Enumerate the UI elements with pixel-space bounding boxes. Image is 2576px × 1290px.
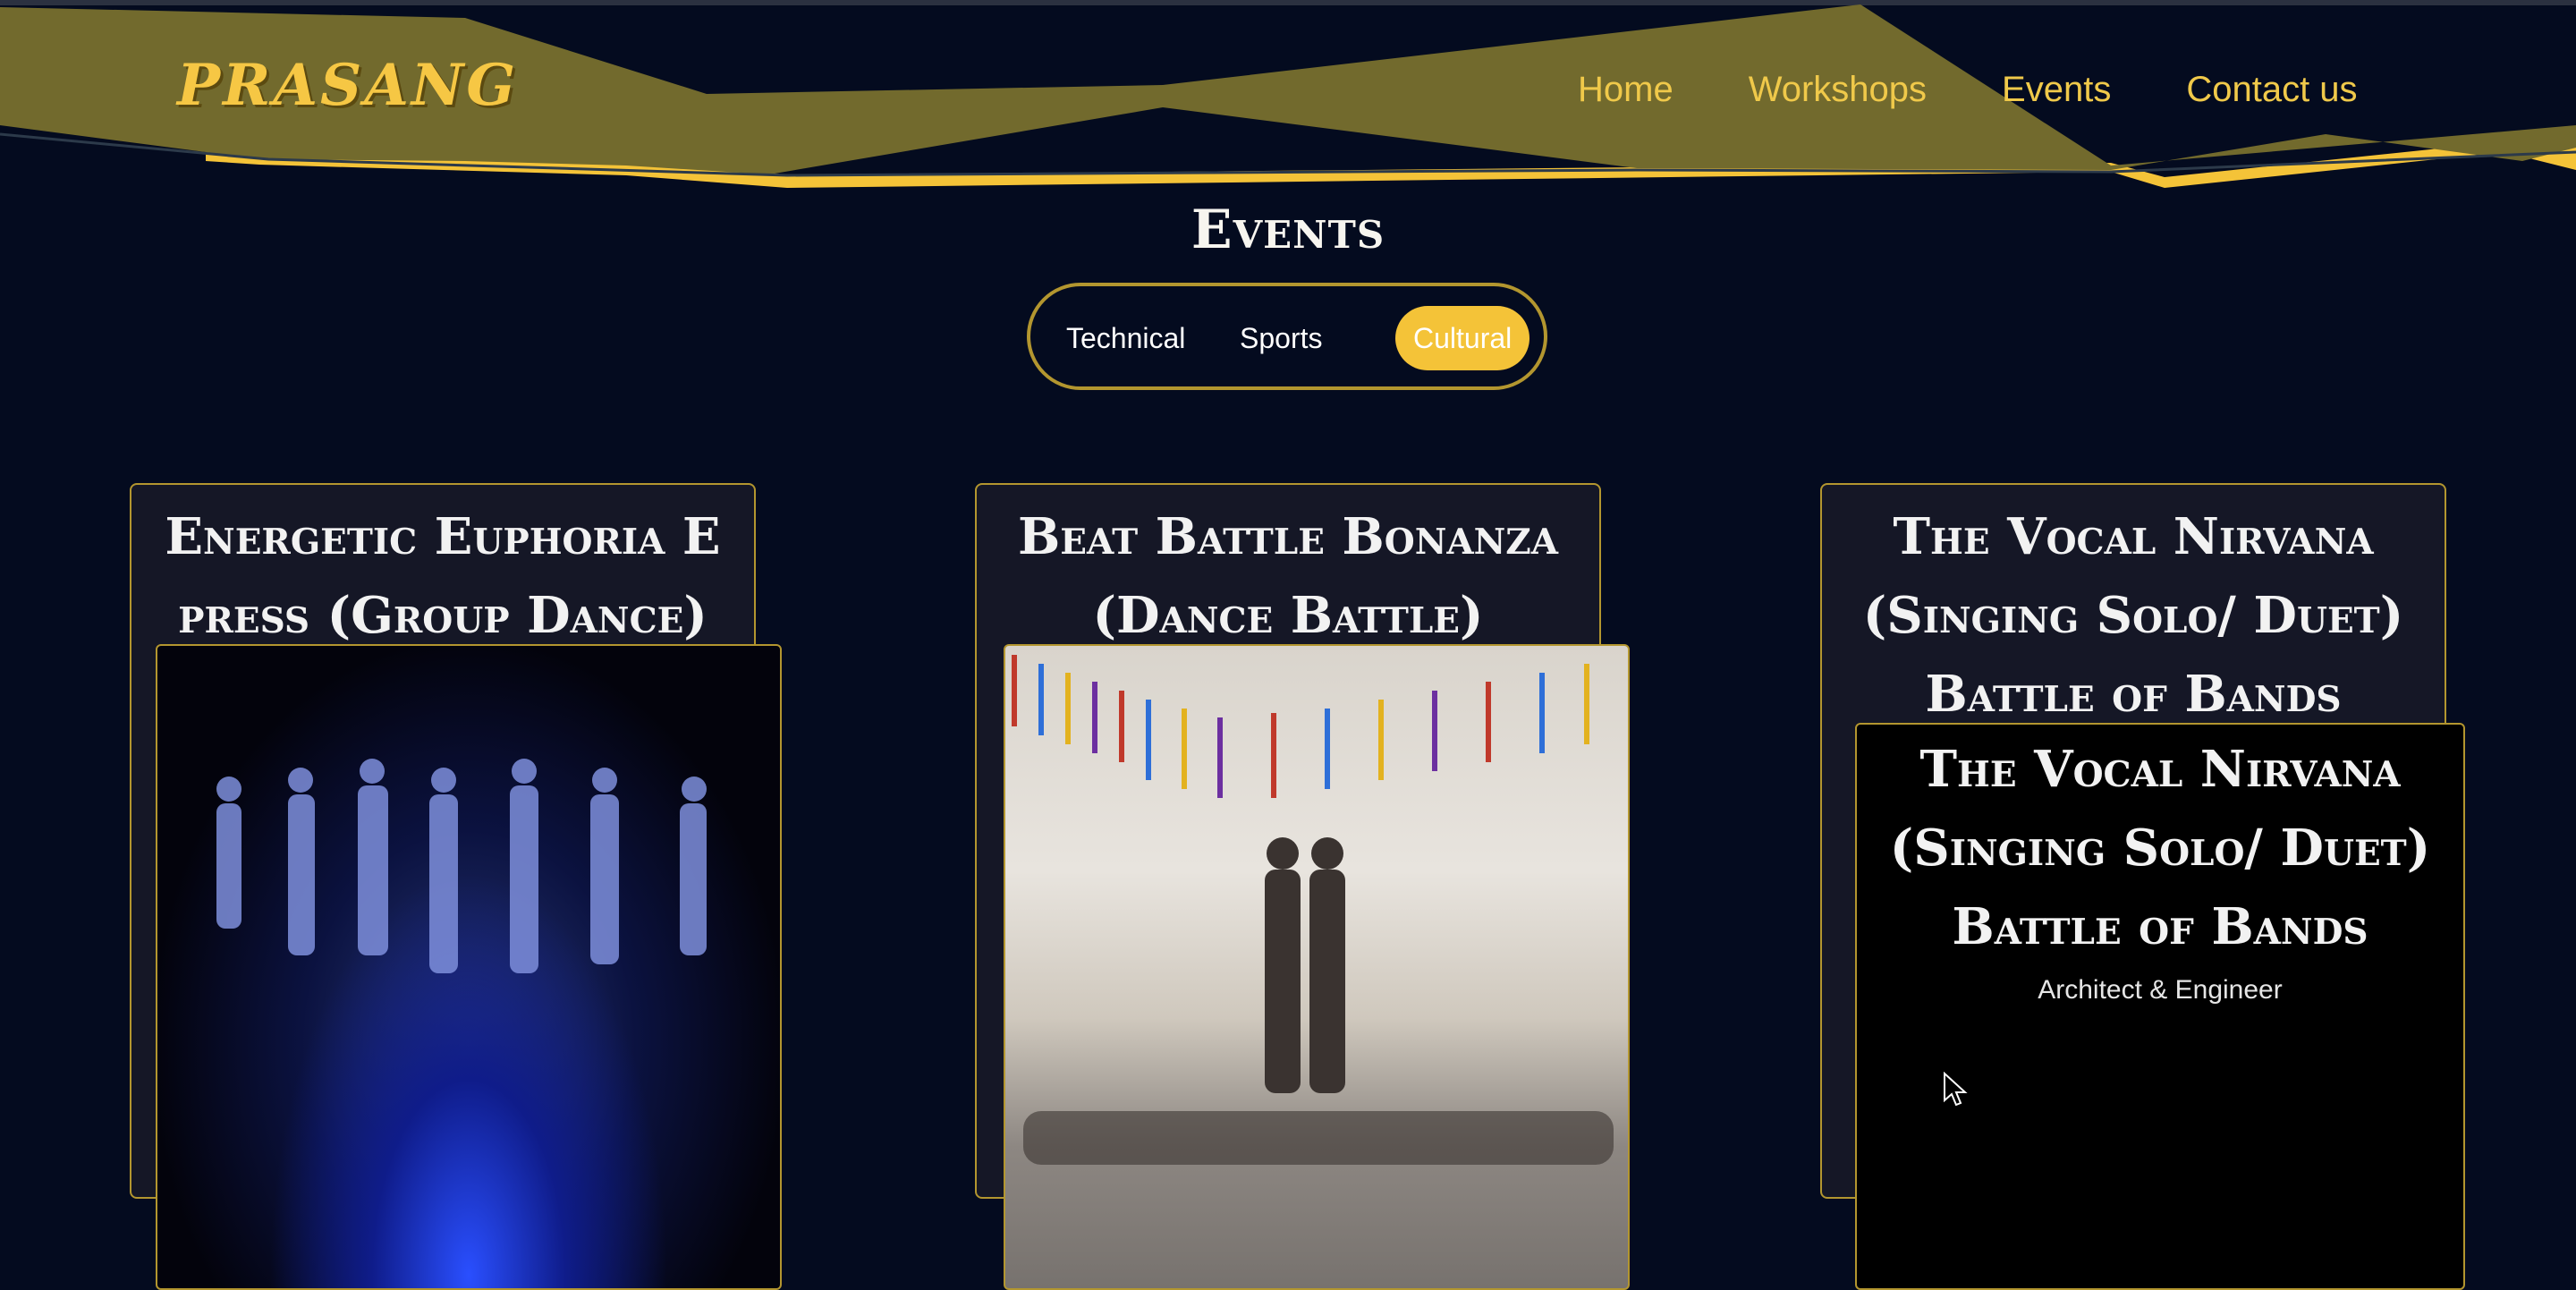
event-card-title: The Vocal Nirvana (Singing Solo/ Duet) B…: [1862, 507, 2404, 724]
nav-workshops[interactable]: Workshops: [1749, 70, 1927, 110]
tab-cultural[interactable]: Cultural: [1395, 306, 1530, 370]
brand-logo[interactable]: PRASANG: [177, 52, 518, 119]
overlay-subtitle: Architect & Engineer: [2038, 975, 2283, 1005]
overlay-title: The Vocal Nirvana (Singing Solo/ Duet) B…: [1889, 740, 2431, 956]
nav-events[interactable]: Events: [2002, 70, 2111, 110]
tab-technical[interactable]: Technical: [1048, 306, 1203, 370]
main-nav: Home Workshops Events Contact us: [1578, 70, 2358, 110]
nav-home[interactable]: Home: [1578, 70, 1674, 110]
nav-contact[interactable]: Contact us: [2186, 70, 2357, 110]
dance-battle-illustration: [1012, 655, 1614, 1165]
mouse-pointer-icon: [1944, 1072, 1968, 1107]
event-card-title: Beat Battle Bonanza (Dance Battle): [1017, 507, 1559, 645]
category-tabs: Technical Sports Cultural: [1027, 283, 1547, 390]
dancers-illustration: [216, 759, 707, 973]
tab-sports[interactable]: Sports: [1222, 306, 1340, 370]
event-card-image[interactable]: [156, 644, 782, 1290]
event-card-image[interactable]: [1004, 644, 1630, 1290]
page-title: Events: [1191, 199, 1385, 261]
event-card-hover-overlay[interactable]: The Vocal Nirvana (Singing Solo/ Duet) B…: [1855, 723, 2465, 1290]
event-card-title: Energetic Euphoria E press (Group Dance): [165, 507, 721, 645]
